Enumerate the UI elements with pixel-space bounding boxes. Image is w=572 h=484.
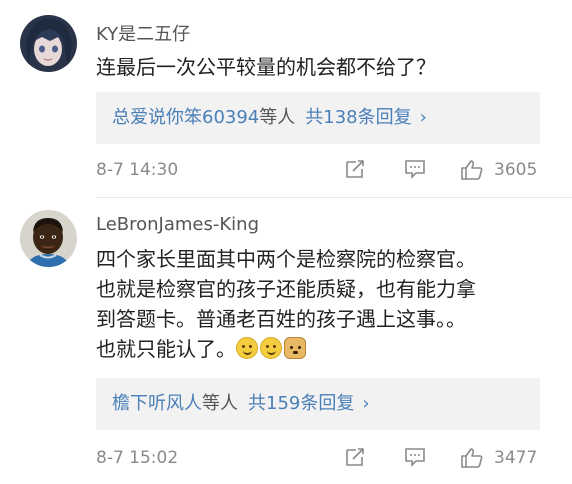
- reply-link[interactable]: 总爱说你笨60394等人 共138条回复 ›: [112, 92, 427, 144]
- smile-emoji: [236, 337, 258, 359]
- like-count: 3605: [494, 160, 538, 180]
- username[interactable]: KY是二五仔: [96, 20, 190, 46]
- reply-summary[interactable]: 总爱说你笨60394等人 共138条回复 ›: [96, 92, 540, 144]
- reply-link[interactable]: 檐下听风人等人 共159条回复 ›: [112, 378, 370, 430]
- reply-summary[interactable]: 檐下听风人等人 共159条回复 ›: [96, 378, 540, 430]
- comment-line: 连最后一次公平较量的机会都不给了？: [96, 55, 436, 79]
- comment-line: 四个家长里面其中两个是检察院的检察官。: [96, 247, 476, 271]
- like-count: 3477: [494, 448, 538, 468]
- reply-count[interactable]: 共159条回复: [248, 393, 354, 414]
- timestamp: 8-7 15:02: [96, 448, 179, 468]
- comment-icon[interactable]: [404, 158, 426, 184]
- comment-line: 也就只能认了。: [96, 337, 236, 361]
- repost-icon[interactable]: [344, 158, 366, 184]
- comment-line: 也就是检察官的孩子还能质疑，也有能力拿: [96, 277, 476, 301]
- avatar[interactable]: [20, 210, 77, 267]
- reply-users[interactable]: 檐下听风人: [112, 393, 202, 414]
- avatar[interactable]: [20, 15, 77, 72]
- comment-line-last: 也就只能认了。: [96, 334, 556, 364]
- comment-text: 四个家长里面其中两个是检察院的检察官。 也就是检察官的孩子还能质疑，也有能力拿 …: [96, 244, 556, 364]
- comment-line: 到答题卡。普通老百姓的孩子遇上这事。。: [96, 307, 466, 331]
- chevron-right-icon: ›: [362, 393, 370, 414]
- reply-users[interactable]: 总爱说你笨60394: [112, 107, 259, 128]
- divider: [96, 197, 572, 198]
- comment-icon[interactable]: [404, 446, 426, 472]
- comment-text: 连最后一次公平较量的机会都不给了？: [96, 52, 556, 82]
- repost-icon[interactable]: [344, 446, 366, 472]
- thumbs-up-icon[interactable]: [460, 158, 484, 186]
- comment-item: LeBronJames-King 四个家长里面其中两个是检察院的检察官。 也就是…: [0, 200, 572, 484]
- reply-users-suffix: 等人: [202, 393, 238, 414]
- timestamp: 8-7 14:30: [96, 160, 179, 180]
- comment-meta: 8-7 14:30 3605: [96, 156, 540, 186]
- comment-item: KY是二五仔 连最后一次公平较量的机会都不给了？ 总爱说你笨60394等人 共13…: [0, 0, 572, 200]
- username[interactable]: LeBronJames-King: [96, 214, 259, 235]
- reply-users-suffix: 等人: [259, 107, 296, 128]
- reply-count[interactable]: 共138条回复: [305, 107, 411, 128]
- chevron-right-icon: ›: [419, 107, 427, 128]
- thumbs-up-icon[interactable]: [460, 446, 484, 474]
- smile-emoji: [260, 337, 282, 359]
- doge-emoji: [284, 337, 306, 359]
- comment-meta: 8-7 15:02 3477: [96, 444, 540, 474]
